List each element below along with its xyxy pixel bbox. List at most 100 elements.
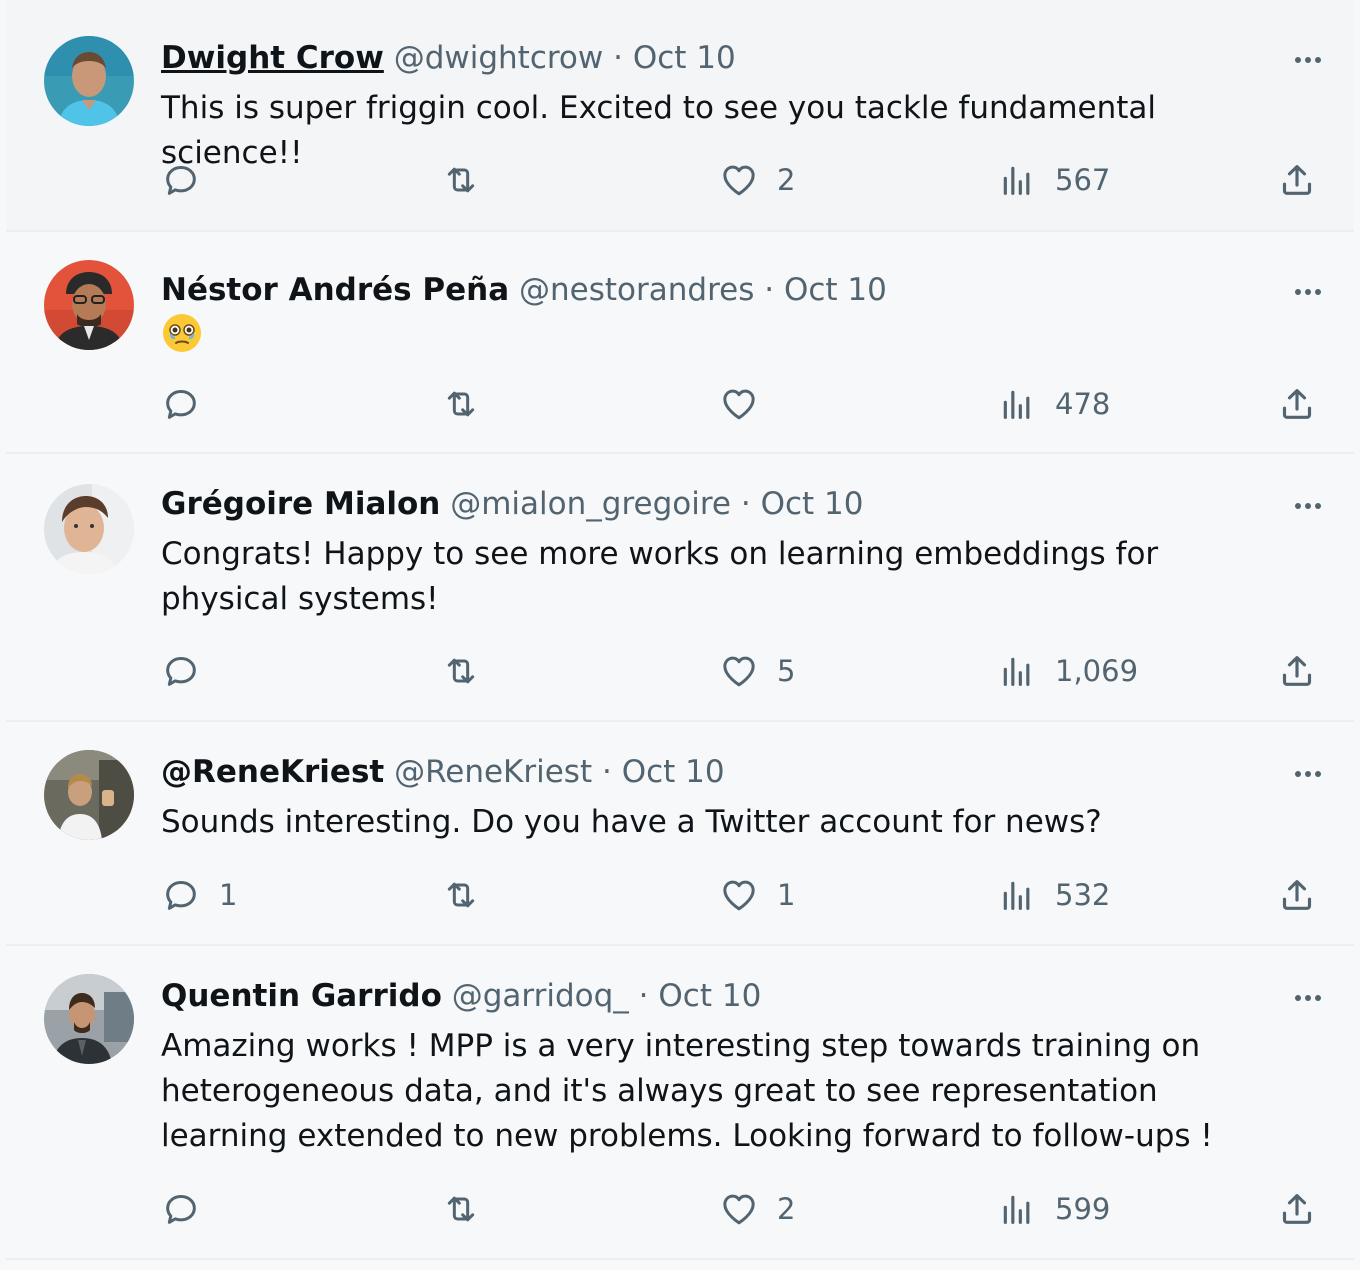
tweet-actions: 5 1,069 <box>161 649 1321 693</box>
retweet-button[interactable] <box>441 873 499 917</box>
author-name[interactable]: Quentin Garrido <box>161 978 442 1014</box>
like-button[interactable]: 5 <box>719 649 795 693</box>
separator: · <box>764 272 775 308</box>
views-button[interactable]: 567 <box>997 158 1110 202</box>
author-name[interactable]: Néstor Andrés Peña <box>161 272 509 308</box>
more-icon[interactable] <box>1288 978 1328 1018</box>
heart-icon <box>719 1189 759 1229</box>
share-button[interactable] <box>1277 649 1317 693</box>
avatar[interactable] <box>44 974 134 1064</box>
views-icon <box>997 875 1037 915</box>
share-button[interactable] <box>1277 1187 1317 1231</box>
share-icon <box>1277 1189 1317 1229</box>
like-count: 2 <box>777 1192 796 1226</box>
retweet-button[interactable] <box>441 158 499 202</box>
retweet-button[interactable] <box>441 382 499 426</box>
retweet-icon <box>441 160 481 200</box>
holding-back-tears-emoji <box>161 312 203 358</box>
reply-icon <box>161 384 201 424</box>
tweet-date[interactable]: Oct 10 <box>784 272 887 308</box>
view-count: 532 <box>1055 878 1111 912</box>
views-icon <box>997 384 1037 424</box>
avatar[interactable] <box>44 750 134 840</box>
author-name[interactable]: Grégoire Mialon <box>161 486 440 522</box>
tweet-actions: 2 599 <box>161 1187 1321 1231</box>
like-button[interactable]: 2 <box>719 158 795 202</box>
like-button[interactable]: 2 <box>719 1187 795 1231</box>
avatar[interactable] <box>44 484 134 574</box>
view-count: 478 <box>1055 387 1111 421</box>
author-name[interactable]: Dwight Crow <box>161 40 384 76</box>
share-button[interactable] <box>1277 382 1317 426</box>
retweet-icon <box>441 651 481 691</box>
avatar[interactable] <box>44 260 134 350</box>
more-icon[interactable] <box>1288 272 1328 312</box>
retweet-icon <box>441 1189 481 1229</box>
reply-icon <box>161 875 201 915</box>
tweet-actions: 1 1 532 <box>161 873 1321 917</box>
more-icon[interactable] <box>1288 40 1328 80</box>
tweet-text: Sounds interesting. Do you have a Twitte… <box>161 804 1102 840</box>
tweet[interactable]: Néstor Andrés Peña @nestorandres · Oct 1… <box>6 232 1354 454</box>
like-button[interactable]: 1 <box>719 873 795 917</box>
tweet-header: Quentin Garrido @garridoq_ · Oct 10 <box>161 976 1264 1016</box>
heart-icon <box>719 651 759 691</box>
share-button[interactable] <box>1277 158 1317 202</box>
view-count: 1,069 <box>1055 654 1139 688</box>
tweet-actions: 478 <box>161 382 1321 426</box>
views-icon <box>997 160 1037 200</box>
author-handle[interactable]: @garridoq_ <box>452 978 629 1014</box>
share-icon <box>1277 875 1317 915</box>
retweet-icon <box>441 384 481 424</box>
share-icon <box>1277 651 1317 691</box>
reply-button[interactable] <box>161 382 219 426</box>
tweet-header: Grégoire Mialon @mialon_gregoire · Oct 1… <box>161 484 1264 524</box>
reply-button[interactable] <box>161 158 219 202</box>
tweet[interactable]: Quentin Garrido @garridoq_ · Oct 10 Amaz… <box>6 946 1354 1260</box>
views-button[interactable]: 1,069 <box>997 649 1138 693</box>
views-icon <box>997 651 1037 691</box>
heart-icon <box>719 384 759 424</box>
like-button[interactable] <box>719 382 777 426</box>
reply-count: 1 <box>219 878 238 912</box>
tweet-header: @ReneKriest @ReneKriest · Oct 10 <box>161 752 1264 792</box>
separator: · <box>601 754 612 790</box>
retweet-button[interactable] <box>441 649 499 693</box>
tweet-text: Congrats! Happy to see more works on lea… <box>161 536 1159 617</box>
author-name[interactable]: @ReneKriest <box>161 754 384 790</box>
reply-button[interactable] <box>161 649 219 693</box>
author-handle[interactable]: @nestorandres <box>519 272 754 308</box>
tweet-date[interactable]: Oct 10 <box>761 486 864 522</box>
view-count: 599 <box>1055 1192 1111 1226</box>
more-icon[interactable] <box>1288 754 1328 794</box>
like-count: 1 <box>777 878 796 912</box>
author-handle[interactable]: @dwightcrow <box>394 40 604 76</box>
author-handle[interactable]: @mialon_gregoire <box>450 486 731 522</box>
author-handle[interactable]: @ReneKriest <box>394 754 592 790</box>
tweet[interactable]: @ReneKriest @ReneKriest · Oct 10 Sounds … <box>6 722 1354 946</box>
avatar[interactable] <box>44 36 134 126</box>
like-count: 5 <box>777 654 796 688</box>
tweet[interactable]: Dwight Crow @dwightcrow · Oct 10 This is… <box>6 0 1354 232</box>
tweet[interactable]: Grégoire Mialon @mialon_gregoire · Oct 1… <box>6 454 1354 722</box>
tweet-header: Dwight Crow @dwightcrow · Oct 10 <box>161 38 1264 78</box>
separator: · <box>638 978 649 1014</box>
views-button[interactable]: 599 <box>997 1187 1110 1231</box>
reply-button[interactable]: 1 <box>161 873 237 917</box>
share-icon <box>1277 384 1317 424</box>
tweet-header: Néstor Andrés Peña @nestorandres · Oct 1… <box>161 270 1264 310</box>
retweet-button[interactable] <box>441 1187 499 1231</box>
tweet-date[interactable]: Oct 10 <box>622 754 725 790</box>
tweet-date[interactable]: Oct 10 <box>633 40 736 76</box>
reply-feed: Dwight Crow @dwightcrow · Oct 10 This is… <box>6 0 1354 1270</box>
heart-icon <box>719 160 759 200</box>
share-button[interactable] <box>1277 873 1317 917</box>
reply-button[interactable] <box>161 1187 219 1231</box>
tweet-text: Amazing works ! MPP is a very interestin… <box>161 1028 1213 1154</box>
views-button[interactable]: 478 <box>997 382 1110 426</box>
tweet-date[interactable]: Oct 10 <box>658 978 761 1014</box>
share-icon <box>1277 160 1317 200</box>
more-icon[interactable] <box>1288 486 1328 526</box>
views-icon <box>997 1189 1037 1229</box>
views-button[interactable]: 532 <box>997 873 1110 917</box>
